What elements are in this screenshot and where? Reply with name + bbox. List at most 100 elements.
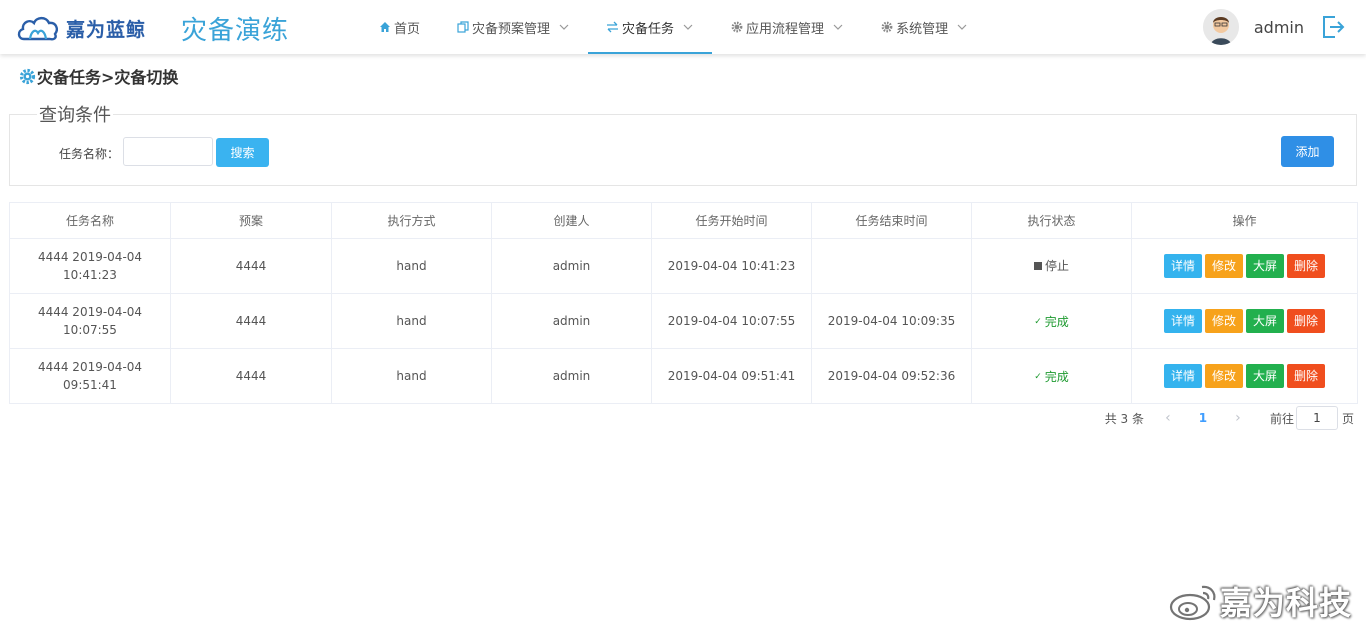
username[interactable]: admin: [1254, 18, 1304, 37]
big-screen-button[interactable]: 大屏: [1246, 254, 1284, 278]
check-icon: ✓: [1034, 372, 1042, 382]
creator-cell: admin: [491, 238, 652, 294]
chevron-down-icon: [957, 24, 967, 30]
status-badge: 停止: [1033, 257, 1069, 275]
gear-icon: [19, 68, 36, 84]
status-text: 完成: [1044, 370, 1069, 384]
page-jump-input[interactable]: 1: [1295, 406, 1338, 430]
column-header: 任务开始时间: [651, 202, 812, 239]
detail-button[interactable]: 详情: [1164, 364, 1202, 388]
status-cell: ✓ 完成: [971, 348, 1132, 404]
page-number[interactable]: 1: [1178, 411, 1228, 425]
stop-icon: [1033, 262, 1042, 270]
detail-button[interactable]: 详情: [1164, 254, 1202, 278]
top-header: 嘉为蓝鲸 灾备演练 首页 灾备预案管理 灾备任务 应用流程管理 系统管理 adm…: [0, 0, 1366, 54]
status-text: 完成: [1044, 315, 1069, 329]
nav-system-management-label: 系统管理: [896, 21, 949, 37]
nav-plan-management[interactable]: 灾备预案管理: [438, 0, 588, 54]
status-cell: ✓ 完成: [971, 293, 1132, 349]
breadcrumb-text: 灾备任务>灾备切换: [37, 68, 179, 87]
weibo-icon: [1169, 585, 1216, 621]
add-button[interactable]: 添加: [1281, 136, 1334, 167]
avatar[interactable]: [1202, 9, 1239, 45]
goto-label: 前往: [1269, 411, 1294, 426]
nav-app-flow-label: 应用流程管理: [746, 21, 825, 37]
column-header: 操作: [1131, 202, 1358, 239]
nav-plan-management-label: 灾备预案管理: [472, 21, 551, 37]
chevron-left-icon[interactable]: ‹: [1158, 410, 1178, 426]
chevron-down-icon: [559, 24, 569, 30]
status-text: 停止: [1044, 259, 1069, 273]
nav-system-management[interactable]: 系统管理: [862, 0, 986, 54]
nav-home-label: 首页: [394, 21, 421, 37]
nav-home[interactable]: 首页: [360, 0, 438, 54]
column-header: 创建人: [491, 202, 652, 239]
status-badge: ✓ 完成: [1034, 313, 1069, 331]
logo[interactable]: 嘉为蓝鲸: [16, 12, 146, 44]
copy-icon: [456, 21, 469, 34]
main-nav: 首页 灾备预案管理 灾备任务 应用流程管理 系统管理: [360, 0, 986, 54]
task-name-label: 任务名称：: [59, 147, 120, 161]
edit-button[interactable]: 修改: [1205, 254, 1243, 278]
watermark-text: 嘉为科技: [1219, 584, 1352, 622]
table-header-row: 任务名称 预案 执行方式 创建人 任务开始时间 任务结束时间 执行状态 操作: [9, 202, 1358, 239]
app-title: 灾备演练: [181, 16, 290, 46]
actions-cell: 详情 修改 大屏 删除: [1131, 238, 1358, 294]
chevron-right-icon[interactable]: ›: [1228, 410, 1248, 426]
big-screen-button[interactable]: 大屏: [1246, 309, 1284, 333]
start-time-cell: 2019-04-04 10:07:55: [651, 293, 812, 349]
end-time-cell: [811, 238, 972, 294]
task-name-cell: 4444 2019-04-04 09:51:41: [9, 348, 171, 404]
plan-cell: 4444: [170, 348, 332, 404]
table-row: 4444 2019-04-04 10:07:55 4444 hand admin…: [9, 293, 1358, 349]
column-header: 任务结束时间: [811, 202, 972, 239]
column-header: 任务名称: [9, 202, 171, 239]
column-header: 预案: [170, 202, 332, 239]
method-cell: hand: [331, 238, 492, 294]
column-header: 执行状态: [971, 202, 1132, 239]
query-panel: 查询条件 任务名称： 搜索 添加: [9, 101, 1357, 186]
cloud-logo-icon: [17, 16, 58, 41]
logout-icon[interactable]: [1320, 14, 1346, 40]
breadcrumb: 灾备任务>灾备切换: [19, 64, 178, 88]
method-cell: hand: [331, 348, 492, 404]
home-icon: [378, 21, 391, 34]
search-button[interactable]: 搜索: [216, 138, 269, 167]
edit-button[interactable]: 修改: [1205, 309, 1243, 333]
plan-cell: 4444: [170, 293, 332, 349]
task-table: 任务名称 预案 执行方式 创建人 任务开始时间 任务结束时间 执行状态 操作 4…: [9, 202, 1358, 404]
nav-dr-tasks-label: 灾备任务: [622, 21, 675, 37]
task-name-input[interactable]: [123, 137, 213, 166]
actions-cell: 详情 修改 大屏 删除: [1131, 348, 1358, 404]
query-legend: 查询条件: [37, 101, 113, 127]
watermark: 嘉为科技: [1168, 578, 1352, 624]
gear-icon: [730, 21, 743, 34]
start-time-cell: 2019-04-04 10:41:23: [651, 238, 812, 294]
detail-button[interactable]: 详情: [1164, 309, 1202, 333]
pagination-total: 共 3 条: [1104, 411, 1144, 426]
creator-cell: admin: [491, 348, 652, 404]
end-time-cell: 2019-04-04 10:09:35: [811, 293, 972, 349]
column-header: 执行方式: [331, 202, 492, 239]
page-suffix: 页: [1341, 411, 1354, 426]
method-cell: hand: [331, 293, 492, 349]
creator-cell: admin: [491, 293, 652, 349]
plan-cell: 4444: [170, 238, 332, 294]
nav-app-flow-management[interactable]: 应用流程管理: [712, 0, 862, 54]
big-screen-button[interactable]: 大屏: [1246, 364, 1284, 388]
task-name-cell: 4444 2019-04-04 10:07:55: [9, 293, 171, 349]
nav-dr-tasks[interactable]: 灾备任务: [588, 0, 713, 54]
swap-icon: [606, 21, 619, 34]
actions-cell: 详情 修改 大屏 删除: [1131, 293, 1358, 349]
table-row: 4444 2019-04-04 10:41:23 4444 hand admin…: [9, 238, 1358, 294]
user-area: admin: [1202, 9, 1346, 45]
logo-text: 嘉为蓝鲸: [66, 18, 147, 41]
delete-button[interactable]: 删除: [1287, 364, 1325, 388]
edit-button[interactable]: 修改: [1205, 364, 1243, 388]
delete-button[interactable]: 删除: [1287, 254, 1325, 278]
chevron-down-icon: [683, 24, 693, 30]
start-time-cell: 2019-04-04 09:51:41: [651, 348, 812, 404]
status-cell: 停止: [971, 238, 1132, 294]
pagination: 共 3 条 ‹ 1 › 前往 1 页: [1105, 404, 1354, 432]
delete-button[interactable]: 删除: [1287, 309, 1325, 333]
